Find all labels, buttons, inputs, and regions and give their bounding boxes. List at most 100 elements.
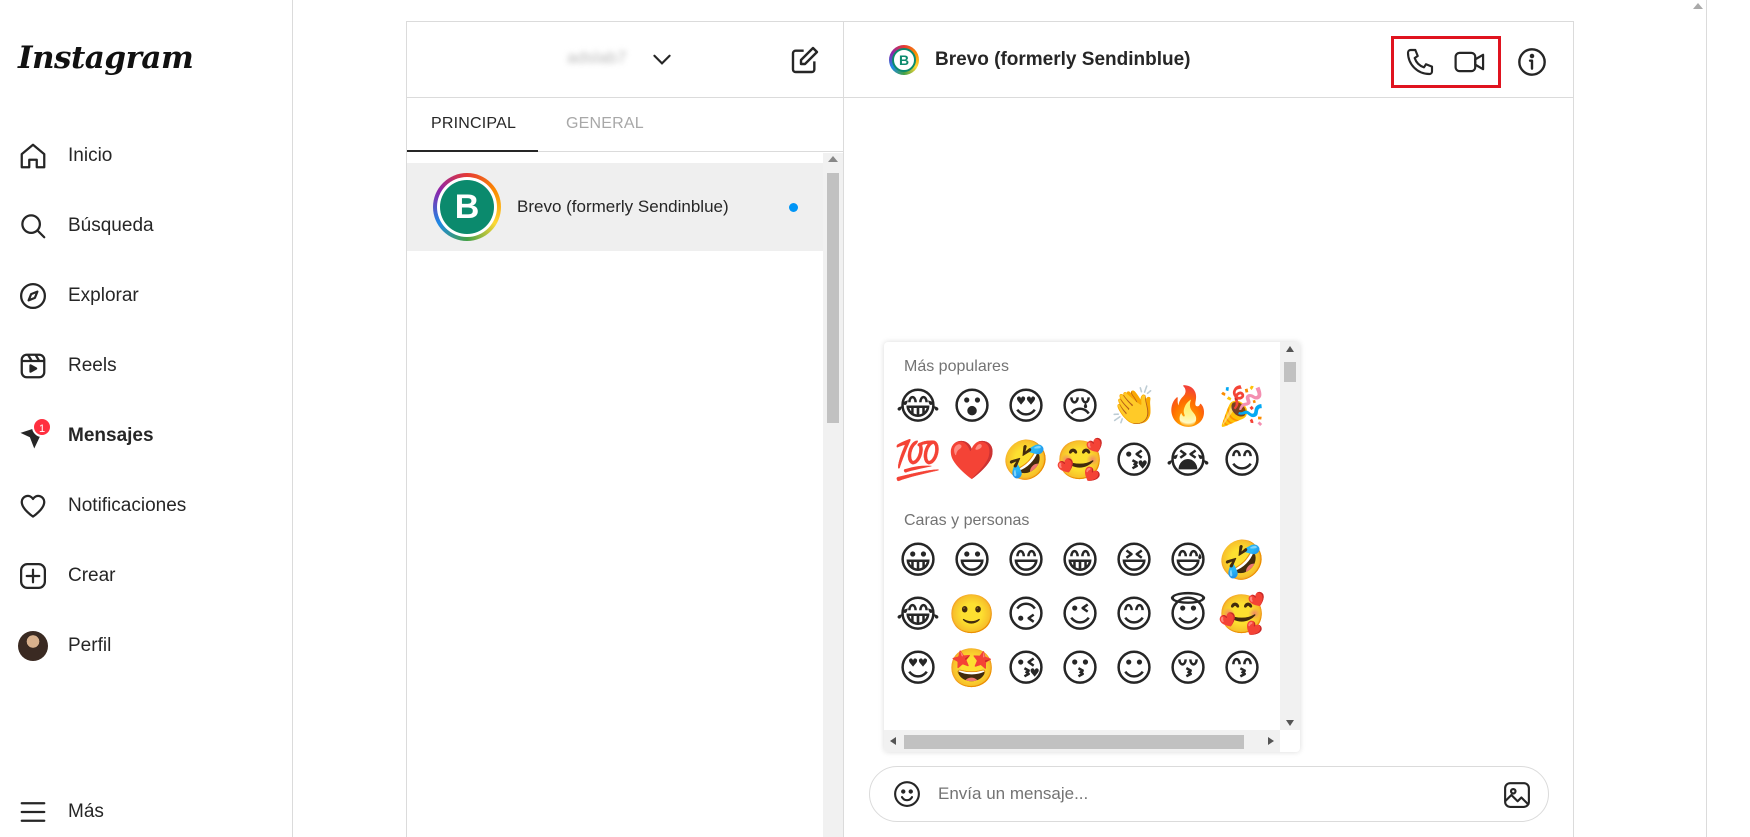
emoji-button[interactable]: 🤣 [1218, 536, 1266, 584]
emoji-button[interactable]: 😊 [1218, 436, 1266, 484]
emoji-button[interactable]: 😅 [1164, 536, 1212, 584]
emoji-button[interactable]: 😢 [1056, 382, 1104, 430]
nav-label: Crear [68, 565, 116, 586]
emoji-picker: Más populares 😂 😮 😍 😢 👏 🔥 🎉 💯 ❤️ 🤣 🥰 😘 😭… [884, 342, 1300, 752]
left-navigation: Instagram Inicio Búsqueda Explorar Reels… [0, 0, 293, 837]
nav-label: Explorar [68, 285, 139, 306]
emoji-button[interactable]: 🙃 [1002, 590, 1050, 638]
scrollbar-thumb[interactable] [904, 735, 1244, 749]
thread-name: Brevo (formerly Sendinblue) [517, 197, 729, 216]
emoji-button[interactable]: 😚 [1164, 644, 1212, 692]
thread-item[interactable]: B Brevo (formerly Sendinblue) [407, 163, 824, 251]
emoji-button[interactable]: 💯 [894, 436, 942, 484]
nav-label: Inicio [68, 145, 113, 166]
compose-icon[interactable] [789, 44, 821, 81]
inbox-tabs: PRINCIPAL GENERAL [407, 98, 843, 152]
scroll-up-arrow-icon[interactable] [1286, 346, 1294, 352]
account-name[interactable]: adslab7 [567, 48, 627, 68]
info-icon[interactable] [1516, 46, 1548, 83]
emoji-button[interactable]: 😙 [1218, 644, 1266, 692]
emoji-icon[interactable] [892, 779, 922, 809]
emoji-picker-scrollbar[interactable] [1280, 342, 1300, 730]
plus-square-icon [18, 561, 48, 591]
heart-icon [18, 491, 48, 521]
nav-item-inicio[interactable]: Inicio [18, 134, 268, 178]
nav-item-crear[interactable]: Crear [18, 554, 268, 598]
emoji-button[interactable]: 😃 [948, 536, 996, 584]
emoji-button[interactable]: 😍 [894, 644, 942, 692]
nav-label: Mensajes [68, 425, 154, 446]
scrollbar-thumb[interactable] [827, 173, 839, 423]
tab-principal[interactable]: PRINCIPAL [431, 115, 516, 133]
brevo-logo: B [440, 180, 494, 234]
emoji-button[interactable]: 😂 [894, 382, 942, 430]
emoji-button[interactable]: ❤️ [948, 436, 996, 484]
scroll-down-arrow-icon[interactable] [1286, 720, 1294, 726]
reels-icon [18, 351, 48, 381]
emoji-button[interactable]: 😍 [1002, 382, 1050, 430]
conversation-header: B Brevo (formerly Sendinblue) [844, 22, 1573, 98]
emoji-button[interactable]: ☺ [1110, 644, 1158, 692]
nav-item-notificaciones[interactable]: Notificaciones [18, 484, 268, 528]
thread-avatar: B [433, 173, 501, 241]
emoji-button[interactable]: 😭 [1164, 436, 1212, 484]
nav-label: Más [68, 801, 104, 822]
home-icon [18, 141, 48, 171]
nav-item-mensajes[interactable]: 1 Mensajes [18, 414, 268, 458]
inbox-scrollbar[interactable] [823, 153, 843, 837]
emoji-button[interactable]: 😂 [894, 590, 942, 638]
emoji-button[interactable]: 😆 [1110, 536, 1158, 584]
emoji-button[interactable]: 😮 [948, 382, 996, 430]
nav-label: Perfil [68, 635, 112, 656]
scrollbar-thumb[interactable] [1284, 362, 1296, 382]
unread-badge: 1 [32, 417, 52, 437]
search-icon [18, 211, 48, 241]
active-tab-indicator [407, 150, 538, 152]
emoji-button[interactable]: 🥰 [1218, 590, 1266, 638]
video-icon[interactable] [1453, 46, 1487, 83]
nav-item-busqueda[interactable]: Búsqueda [18, 204, 268, 248]
brevo-logo: B [892, 47, 916, 72]
messenger-panel: adslab7 PRINCIPAL GENERAL B Brevo (forme… [406, 21, 1574, 837]
message-input[interactable] [938, 784, 1458, 804]
tab-general[interactable]: GENERAL [566, 115, 644, 133]
unread-dot [789, 203, 798, 212]
emoji-button[interactable]: 🤣 [1002, 436, 1050, 484]
scroll-up-arrow-icon[interactable] [828, 156, 838, 162]
nav-item-reels[interactable]: Reels [18, 344, 268, 388]
emoji-button[interactable]: 😘 [1002, 644, 1050, 692]
emoji-button[interactable]: 🔥 [1164, 382, 1212, 430]
window-scroll-up-arrow-icon[interactable] [1693, 3, 1703, 9]
conversation-avatar[interactable]: B [889, 44, 919, 75]
scroll-left-arrow-icon[interactable] [890, 737, 896, 745]
phone-icon[interactable] [1404, 46, 1436, 83]
emoji-button[interactable]: 😗 [1056, 644, 1104, 692]
window-scrollbar-track [1706, 0, 1707, 837]
emoji-button[interactable]: 😉 [1056, 590, 1104, 638]
emoji-button[interactable]: 😁 [1056, 536, 1104, 584]
instagram-logo[interactable]: Instagram [18, 40, 194, 76]
emoji-button[interactable]: 🥰 [1056, 436, 1104, 484]
emoji-button[interactable]: 😀 [894, 536, 942, 584]
emoji-button[interactable]: 😊 [1110, 590, 1158, 638]
scroll-right-arrow-icon[interactable] [1268, 737, 1274, 745]
emoji-picker-hscrollbar[interactable] [884, 730, 1280, 752]
nav-item-perfil[interactable]: Perfil [18, 624, 268, 668]
chevron-down-icon[interactable] [649, 46, 675, 77]
nav-item-mas[interactable]: Más [18, 790, 268, 834]
emoji-button[interactable]: 👏 [1110, 382, 1158, 430]
emoji-section-title: Caras y personas [904, 512, 1030, 529]
emoji-button[interactable]: 😘 [1110, 436, 1158, 484]
thread-list: B Brevo (formerly Sendinblue) [407, 153, 824, 837]
emoji-button[interactable]: 😇 [1164, 590, 1212, 638]
emoji-button[interactable]: 🤩 [948, 644, 996, 692]
image-icon[interactable] [1502, 780, 1532, 815]
conversation-title[interactable]: Brevo (formerly Sendinblue) [935, 49, 1191, 71]
emoji-button[interactable]: 🙂 [948, 590, 996, 638]
nav-item-explorar[interactable]: Explorar [18, 274, 268, 318]
emoji-button[interactable]: 😄 [1002, 536, 1050, 584]
nav-label: Búsqueda [68, 215, 154, 236]
message-composer [869, 766, 1549, 822]
emoji-section-title: Más populares [904, 358, 1009, 375]
emoji-button[interactable]: 🎉 [1218, 382, 1266, 430]
